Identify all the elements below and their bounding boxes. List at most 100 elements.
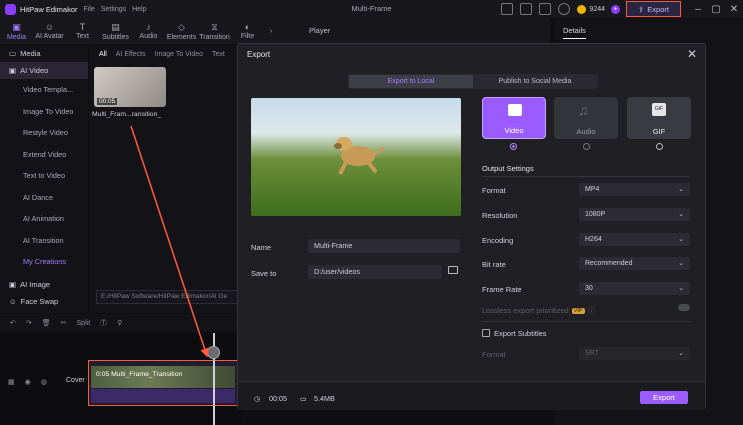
marker-icon[interactable]: ⚲: [117, 319, 122, 327]
sidebar-face-swap[interactable]: ☺ Face Swap: [0, 293, 88, 310]
save-path-input[interactable]: D:/user/videos: [308, 265, 442, 279]
resolution-select[interactable]: 1080P ⌄: [579, 208, 690, 221]
lossless-row: Lossless export prioritized VIP ⓘ: [482, 305, 595, 316]
media-thumbnail[interactable]: 00:05: [94, 67, 166, 107]
tab-all[interactable]: All: [99, 51, 107, 58]
encoding-select[interactable]: H264 ⌄: [579, 233, 690, 246]
track-visible-icon[interactable]: ◉: [25, 378, 31, 386]
ai-image-icon: ▣: [9, 279, 17, 289]
name-input[interactable]: Multi-Frame: [308, 239, 460, 253]
track-lock-icon[interactable]: ▦: [8, 378, 15, 386]
split-label[interactable]: Split: [77, 320, 91, 327]
tab-text[interactable]: Text: [212, 51, 225, 58]
media-icon: ▣: [12, 21, 21, 32]
clip-label: 0:05 Multi_Frame_Transition: [96, 371, 183, 378]
tab-details[interactable]: Details: [563, 26, 586, 39]
close-window-icon[interactable]: ✕: [725, 4, 743, 15]
export-dialog: Export ✕ Export to Local Publish to Soci…: [237, 43, 706, 410]
sidebar-media[interactable]: ▭ Media: [0, 45, 88, 62]
timeline-clip[interactable]: 0:05 Multi_Frame_Transition: [88, 360, 238, 406]
credits-count: 9244: [589, 5, 605, 13]
tool-subtitles[interactable]: ▤ Subtitles: [99, 18, 132, 44]
sidebar-item-ai-animation[interactable]: AI Animation: [0, 208, 88, 230]
tab-image-to-video[interactable]: Image To Video: [155, 51, 203, 58]
music-note-icon: ♫: [578, 102, 589, 118]
account-icon[interactable]: [558, 3, 571, 15]
export-subtitles-checkbox[interactable]: [482, 329, 490, 337]
tab-publish-social[interactable]: Publish to Social Media: [473, 75, 597, 88]
dialog-title: Export: [247, 50, 271, 59]
toolbar-next-icon[interactable]: ›: [264, 18, 278, 44]
playhead-handle[interactable]: [207, 346, 220, 359]
sidebar-item-ai-transition[interactable]: AI Transition: [0, 230, 88, 252]
lossless-toggle[interactable]: [678, 304, 690, 311]
bitrate-select[interactable]: Recommended ⌄: [579, 257, 690, 270]
sidebar-item-text-to-video[interactable]: Text to Video: [0, 165, 88, 187]
dog-image: [334, 137, 385, 175]
sidebar-item-my-creations[interactable]: My Creations: [0, 251, 88, 273]
minimize-icon[interactable]: –: [689, 4, 707, 15]
tool-transition[interactable]: ⧖ Transition: [198, 18, 231, 44]
tool-audio[interactable]: ♪ Audio: [132, 18, 165, 44]
sidebar-item-video-templates[interactable]: Video Templa...: [0, 79, 88, 101]
bitrate-label: Bit rate: [482, 260, 506, 269]
name-label: Name: [251, 243, 272, 252]
format-audio[interactable]: ♫ Audio: [554, 97, 618, 139]
radio-video[interactable]: [510, 143, 517, 150]
dialog-footer: ◷ 00:05 ▭ 5.4MB Export: [238, 381, 705, 410]
resolution-label: Resolution: [482, 211, 518, 220]
text-tool-icon[interactable]: Ⓣ: [100, 318, 107, 328]
tool-elements[interactable]: ◇ Elements: [165, 18, 198, 44]
radio-audio[interactable]: [583, 143, 590, 150]
add-credits-button[interactable]: +: [611, 4, 620, 14]
sidebar-item-ai-dance[interactable]: AI Dance: [0, 187, 88, 209]
sidebar-item-extend-video[interactable]: Extend Video: [0, 144, 88, 166]
main-toolbar: ▣ Media ☺ AI Avatar T Text ▤ Subtitles ♪ Audi…: [0, 18, 300, 44]
tool-media[interactable]: ▣ Media: [0, 18, 33, 44]
sidebar-item-restyle-video[interactable]: Restyle Video: [0, 122, 88, 144]
chevron-down-icon: ⌄: [678, 260, 684, 267]
tab-ai-effects[interactable]: AI Effects: [116, 51, 146, 58]
layout-icon[interactable]: [501, 3, 514, 15]
menu-help[interactable]: Help: [132, 6, 146, 13]
undo-icon[interactable]: ↶: [10, 319, 16, 327]
format-gif[interactable]: GIF GIF: [627, 97, 691, 139]
title-bar-actions: 9244 + ⇪ Export – ▢ ✕: [501, 0, 743, 18]
format-video[interactable]: Video: [482, 97, 546, 139]
redo-icon[interactable]: ↷: [26, 319, 32, 327]
export-button[interactable]: Export: [640, 391, 688, 404]
menu-settings[interactable]: Settings: [101, 6, 126, 13]
close-icon[interactable]: ✕: [687, 47, 697, 61]
screen-icon[interactable]: [520, 3, 533, 15]
video-preview: [251, 98, 461, 216]
maximize-icon[interactable]: ▢: [707, 4, 725, 15]
face-swap-icon: ☺: [9, 296, 17, 306]
tool-filter[interactable]: ◐ Filte: [231, 18, 264, 44]
delete-icon[interactable]: 🗑: [42, 319, 51, 327]
sidebar-ai-video[interactable]: ▣ AI Video: [0, 62, 88, 79]
radio-gif[interactable]: [656, 143, 663, 150]
frame-rate-select[interactable]: 30 ⌄: [579, 282, 690, 295]
track-mute-icon[interactable]: ◍: [41, 378, 47, 386]
sidebar-ai-image[interactable]: ▣ AI Image: [0, 276, 88, 293]
sidebar: ▭ Media ▣ AI Video Video Templa... Image T…: [0, 45, 88, 313]
vip-badge: VIP: [571, 308, 585, 315]
subtitles-icon: ▤: [111, 21, 120, 32]
split-icon[interactable]: ✂: [61, 319, 67, 327]
subtitle-format-select[interactable]: SRT ⌄: [579, 347, 690, 360]
cover-label[interactable]: Cover: [66, 377, 85, 384]
timeline-toolbar: ↶ ↷ 🗑 ✂ Split Ⓣ ⚲: [0, 314, 243, 332]
tool-ai-avatar[interactable]: ☺ AI Avatar: [33, 18, 66, 44]
duration-value: 00:05: [269, 394, 287, 403]
tab-export-local[interactable]: Export to Local: [349, 75, 473, 88]
format-select[interactable]: MP4 ⌄: [579, 183, 690, 196]
export-top-button[interactable]: ⇪ Export: [626, 1, 681, 17]
help-icon[interactable]: [539, 3, 552, 15]
subtitle-format-label: Format: [482, 350, 506, 359]
folder-browse-icon[interactable]: [448, 266, 458, 274]
menu-file[interactable]: File: [84, 6, 95, 13]
path-bar[interactable]: E:/HitPaw Software/HitPaw Edimakor/AI Ge: [96, 290, 246, 304]
tool-text[interactable]: T Text: [66, 18, 99, 44]
sidebar-item-image-to-video[interactable]: Image To Video: [0, 101, 88, 123]
export-tabs: Export to Local Publish to Social Media: [348, 74, 598, 89]
